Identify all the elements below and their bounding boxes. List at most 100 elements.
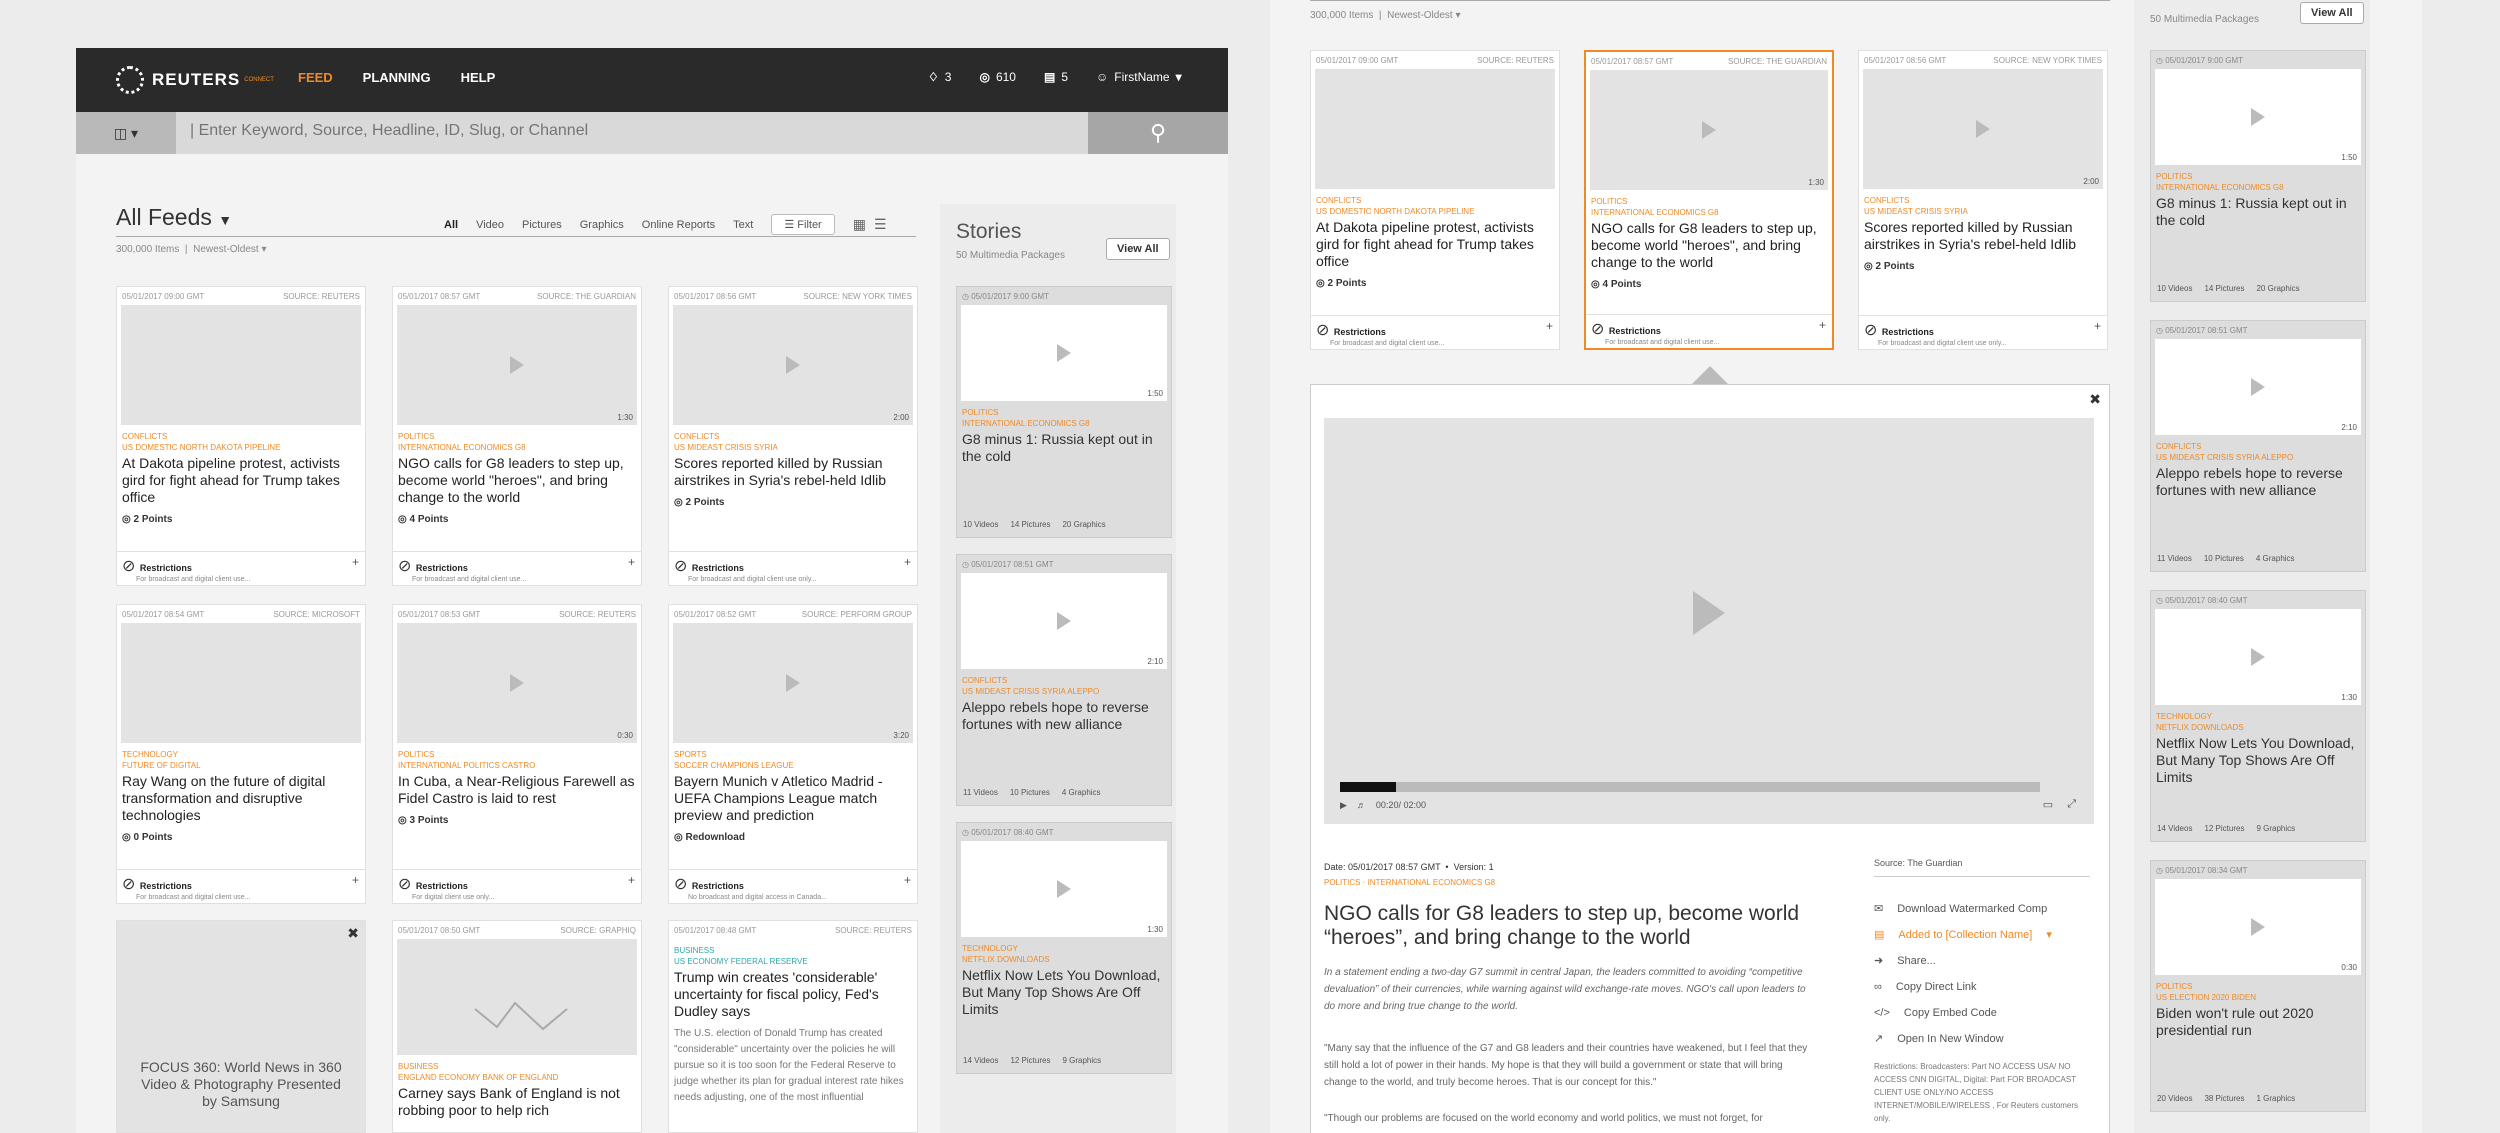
filter-text[interactable]: Text bbox=[733, 219, 753, 231]
card-headline[interactable]: In Cuba, a Near-Religious Farewell as Fi… bbox=[393, 771, 641, 809]
story-headline[interactable]: G8 minus 1: Russia kept out in the cold bbox=[2151, 193, 2365, 231]
add-icon[interactable]: + bbox=[352, 555, 359, 569]
grid-view-icon[interactable]: ▦ bbox=[853, 216, 866, 233]
add-icon[interactable]: + bbox=[2094, 319, 2101, 333]
feed-card[interactable]: 05/01/2017 08:54 GMT SOURCE: MICROSOFT TEC… bbox=[116, 604, 366, 904]
feed-sort[interactable]: Newest-Oldest bbox=[1387, 10, 1453, 21]
copy-link-action[interactable]: ∞ Copy Direct Link bbox=[1874, 974, 2052, 1000]
filter-pictures[interactable]: Pictures bbox=[522, 219, 562, 231]
reuters-logo[interactable]: REUTERS CONNECT bbox=[116, 66, 274, 94]
filter-graphics[interactable]: Graphics bbox=[580, 219, 624, 231]
story-thumbnail[interactable]: 1:30 bbox=[2155, 609, 2361, 705]
filter-online-reports[interactable]: Online Reports bbox=[642, 219, 715, 231]
feed-card[interactable]: 05/01/2017 08:57 GMT SOURCE: THE GUARDIAN… bbox=[1584, 50, 1834, 350]
card-headline[interactable]: Carney says Bank of England is not robbi… bbox=[393, 1083, 641, 1121]
feed-card[interactable]: 05/01/2017 08:56 GMT SOURCE: NEW YORK TIM… bbox=[1858, 50, 2108, 350]
card-thumbnail[interactable]: 1:30 bbox=[1590, 70, 1828, 190]
add-icon[interactable]: + bbox=[352, 873, 359, 887]
card-thumbnail[interactable]: 1:30 bbox=[397, 305, 637, 425]
card-headline[interactable]: Scores reported killed by Russian airstr… bbox=[669, 453, 917, 491]
story-headline[interactable]: Aleppo rebels hope to reverse fortunes w… bbox=[957, 697, 1171, 735]
story-card[interactable]: ◷ 05/01/2017 08:34 GMT 0:30 POLITICS US ELE… bbox=[2150, 860, 2366, 1112]
add-icon[interactable]: + bbox=[904, 873, 911, 887]
feed-title[interactable]: All Feeds ▼ bbox=[116, 204, 232, 231]
filter-all[interactable]: All bbox=[444, 219, 458, 231]
story-thumbnail[interactable]: 1:50 bbox=[2155, 69, 2361, 165]
story-thumbnail[interactable]: 1:30 bbox=[961, 841, 1167, 937]
story-headline[interactable]: Aleppo rebels hope to reverse fortunes w… bbox=[2151, 463, 2365, 501]
story-card[interactable]: ◷ 05/01/2017 08:40 GMT 1:30 TECHNOLOGY NETF… bbox=[2150, 590, 2366, 842]
feed-card[interactable]: 05/01/2017 09:00 GMT SOURCE: REUTERS CONFL… bbox=[116, 286, 366, 586]
card-thumbnail[interactable] bbox=[121, 305, 361, 425]
feed-card[interactable]: 05/01/2017 08:56 GMT SOURCE: NEW YORK TIM… bbox=[668, 286, 918, 586]
story-card[interactable]: ◷ 05/01/2017 9:00 GMT 1:50 POLITICS INTERNA… bbox=[2150, 50, 2366, 302]
card-headline[interactable]: Ray Wang on the future of digital transf… bbox=[117, 771, 365, 826]
story-card[interactable]: ◷ 05/01/2017 08:51 GMT 2:10 CONFLICTS US MI… bbox=[2150, 320, 2366, 572]
view-all-button[interactable]: View All bbox=[2300, 2, 2364, 24]
card-thumbnail[interactable] bbox=[121, 623, 361, 743]
story-thumbnail[interactable]: 2:10 bbox=[961, 573, 1167, 669]
card-thumbnail[interactable]: 3:20 bbox=[673, 623, 913, 743]
story-card[interactable]: ◷ 05/01/2017 08:51 GMT 2:10 CONFLICTS US MI… bbox=[956, 554, 1172, 806]
add-icon[interactable]: + bbox=[628, 555, 635, 569]
story-headline[interactable]: Biden won't rule out 2020 presidential r… bbox=[2151, 1003, 2365, 1041]
feed-card[interactable]: 05/01/2017 08:48 GMT SOURCE: REUTERS BUSI… bbox=[668, 920, 918, 1133]
card-thumbnail[interactable]: 0:30 bbox=[397, 623, 637, 743]
card-headline[interactable]: Bayern Munich v Atletico Madrid - UEFA C… bbox=[669, 771, 917, 826]
card-headline[interactable]: NGO calls for G8 leaders to step up, bec… bbox=[393, 453, 641, 508]
search-type-dropdown[interactable]: ◫ ▾ bbox=[76, 112, 176, 154]
add-icon[interactable]: + bbox=[1819, 318, 1826, 332]
story-thumbnail[interactable]: 0:30 bbox=[2155, 879, 2361, 975]
video-progress[interactable] bbox=[1340, 782, 2040, 792]
share-action[interactable]: ➜ Share... bbox=[1874, 948, 2052, 974]
feed-sort[interactable]: Newest-Oldest bbox=[193, 244, 259, 255]
card-thumbnail[interactable] bbox=[1315, 69, 1555, 189]
story-headline[interactable]: Netflix Now Lets You Download, But Many … bbox=[2151, 733, 2365, 788]
feed-card[interactable]: 05/01/2017 08:57 GMT SOURCE: THE GUARDIAN… bbox=[392, 286, 642, 586]
story-thumbnail[interactable]: 1:50 bbox=[961, 305, 1167, 401]
card-thumbnail[interactable]: 2:00 bbox=[673, 305, 913, 425]
notifications[interactable]: ♢ 3 bbox=[928, 70, 951, 84]
fullscreen-icon[interactable]: ⤢ bbox=[2067, 798, 2076, 811]
filter-button[interactable]: ☰ Filter bbox=[771, 214, 835, 235]
packages[interactable]: ▤ 5 bbox=[1044, 70, 1068, 84]
points[interactable]: ◎ 610 bbox=[979, 70, 1016, 84]
close-icon[interactable]: ✖ bbox=[2089, 391, 2101, 408]
search-input[interactable] bbox=[190, 122, 1040, 140]
view-all-button[interactable]: View All bbox=[1106, 238, 1170, 260]
card-headline[interactable]: Trump win creates 'considerable' uncerta… bbox=[669, 967, 917, 1022]
download-comp-action[interactable]: ✉ Download Watermarked Comp bbox=[1874, 896, 2052, 922]
card-headline[interactable]: NGO calls for G8 leaders to step up, bec… bbox=[1586, 218, 1832, 273]
feed-card[interactable]: 05/01/2017 08:53 GMT SOURCE: REUTERS 0:30 P… bbox=[392, 604, 642, 904]
user-menu[interactable]: ☺ FirstName ▾ bbox=[1096, 70, 1182, 84]
video-player[interactable]: ▶ ♬ 00:20/ 02:00 ▭ ⤢ bbox=[1324, 418, 2094, 824]
nav-feed[interactable]: FEED bbox=[298, 70, 333, 85]
feed-card[interactable]: 05/01/2017 08:50 GMT SOURCE: GRAPHIQ BUSI… bbox=[392, 920, 642, 1133]
focus-360-card[interactable]: ✖ FOCUS 360: World News in 360 Video & P… bbox=[116, 920, 366, 1133]
copy-embed-action[interactable]: </> Copy Embed Code bbox=[1874, 1000, 2052, 1026]
close-icon[interactable]: ✖ bbox=[347, 925, 359, 942]
add-icon[interactable]: + bbox=[904, 555, 911, 569]
story-headline[interactable]: Netflix Now Lets You Download, But Many … bbox=[957, 965, 1171, 1020]
theater-icon[interactable]: ▭ bbox=[2043, 798, 2053, 811]
card-headline[interactable]: At Dakota pipeline protest, activists gi… bbox=[117, 453, 365, 508]
nav-help[interactable]: HELP bbox=[461, 70, 496, 85]
open-window-action[interactable]: ↗ Open In New Window bbox=[1874, 1026, 2052, 1052]
card-headline[interactable]: Scores reported killed by Russian airstr… bbox=[1859, 217, 2107, 255]
filter-video[interactable]: Video bbox=[476, 219, 504, 231]
card-headline[interactable]: At Dakota pipeline protest, activists gi… bbox=[1311, 217, 1559, 272]
story-card[interactable]: ◷ 05/01/2017 08:40 GMT 1:30 TECHNOLOGY NETF… bbox=[956, 822, 1172, 1074]
volume-icon[interactable]: ♬ bbox=[1357, 800, 1366, 811]
added-to-collection-action[interactable]: ▤ Added to [Collection Name] ▾ bbox=[1874, 922, 2052, 948]
feed-card[interactable]: 05/01/2017 09:00 GMT SOURCE: REUTERS CONFL… bbox=[1310, 50, 1560, 350]
list-view-icon[interactable]: ☰ bbox=[874, 216, 887, 233]
card-thumbnail[interactable]: 2:00 bbox=[1863, 69, 2103, 189]
search-button[interactable]: ⚲ bbox=[1088, 112, 1228, 154]
feed-card[interactable]: 05/01/2017 08:52 GMT SOURCE: PERFORM GROU… bbox=[668, 604, 918, 904]
story-card[interactable]: ◷ 05/01/2017 9:00 GMT 1:50 POLITICS INTERNA… bbox=[956, 286, 1172, 538]
nav-planning[interactable]: PLANNING bbox=[363, 70, 431, 85]
story-thumbnail[interactable]: 2:10 bbox=[2155, 339, 2361, 435]
play-icon[interactable] bbox=[1693, 590, 1725, 635]
add-icon[interactable]: + bbox=[1546, 319, 1553, 333]
play-small-icon[interactable]: ▶ bbox=[1340, 800, 1347, 811]
